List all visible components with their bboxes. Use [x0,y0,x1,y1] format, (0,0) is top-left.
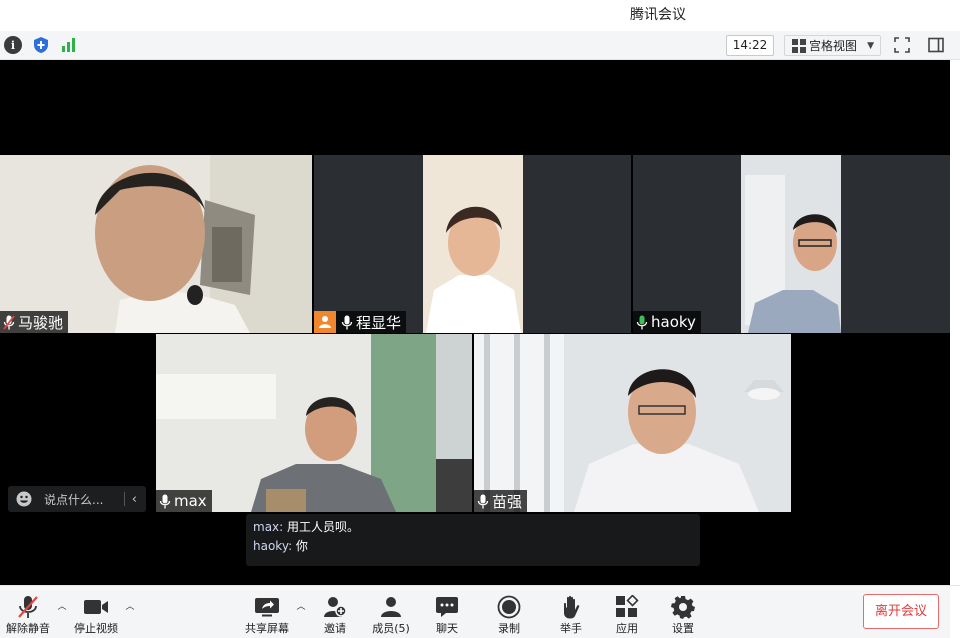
mic-icon [340,314,354,330]
sidebar-toggle-icon[interactable] [927,36,945,54]
video-tile-miaoqiang[interactable]: 苗强 [474,334,791,512]
meeting-clock: 14:22 [726,35,774,56]
chat-bubble-icon [434,594,460,620]
chat-button[interactable]: 聊天 [430,594,464,638]
participant-video [0,155,312,333]
chat-text: 用工人员呗。 [287,520,360,534]
chat-message: max: 用工人员呗。 [253,520,360,534]
share-screen-icon [254,594,280,620]
participant-name: 苗强 [492,492,523,511]
hand-icon [558,594,584,620]
chat-message: haoky: 你 [253,539,308,553]
settings-label: 设置 [672,622,694,635]
members-label: 成员(5) [372,622,410,635]
mic-muted-icon [2,314,16,330]
unmute-button[interactable]: 解除静音 [4,594,52,638]
control-bar: 解除静音 ︿ 停止视频 ︿ 共享屏幕 ︿ 邀请 成员(5) 聊天 录制 举手 应… [0,585,960,638]
add-user-icon [322,594,348,620]
video-tile-max[interactable]: max [156,334,472,512]
video-stage: 马骏驰 程显华 haoky max 苗强 说点什么... ‹ max: 用工人员… [0,60,950,585]
right-gutter [950,586,960,638]
divider [123,492,125,506]
video-tile-majunchi[interactable]: 马骏驰 [0,155,312,333]
mic-muted-icon [15,594,41,620]
stop-video-label: 停止视频 [74,622,118,635]
leave-meeting-button[interactable]: 离开会议 [863,594,939,629]
participant-nametag: 马骏驰 [0,311,69,333]
participant-nametag: 程显华 [314,311,407,333]
invite-button[interactable]: 邀请 [318,594,352,638]
fullscreen-icon[interactable] [893,36,911,54]
settings-button[interactable]: 设置 [666,594,700,638]
participant-nametag: haoky [633,311,701,333]
invite-label: 邀请 [324,622,346,635]
mic-speaking-icon [635,314,649,330]
share-screen-button[interactable]: 共享屏幕 [243,594,291,638]
unmute-label: 解除静音 [6,622,50,635]
layout-view-label: 宫格视图 [809,39,858,53]
share-screen-label: 共享屏幕 [245,622,289,635]
participant-video [474,334,791,512]
participant-name: haoky [651,313,696,331]
participant-nametag: max [156,490,212,512]
gear-icon [670,594,696,620]
chat-sender: max [253,520,280,534]
meeting-toolbar: i 14:22 宫格视图 ▼ [0,31,960,60]
chevron-up-icon[interactable]: ︿ [125,602,135,612]
chevron-left-icon[interactable]: ‹ [132,492,137,507]
participant-name: max [174,492,207,510]
participant-name: 马骏驰 [18,313,64,332]
chevron-up-icon[interactable]: ︿ [296,602,306,612]
raise-hand-button[interactable]: 举手 [554,594,588,638]
apps-grid-icon [614,594,640,620]
chat-text: 你 [295,539,308,553]
right-gutter [950,60,960,585]
members-button[interactable]: 成员(5) [369,594,413,638]
title-bar: 腾讯会议 [0,0,960,31]
chevron-up-icon[interactable]: ︿ [57,602,67,612]
shield-icon[interactable] [32,36,50,54]
participant-nametag: 苗强 [474,490,528,512]
record-icon [496,594,522,620]
emoji-icon[interactable] [16,491,32,507]
chevron-down-icon: ▼ [867,40,874,51]
mic-icon [476,493,490,509]
mic-icon [158,493,172,509]
chat-quick-input[interactable]: 说点什么... ‹ [8,486,146,512]
chat-sender: haoky [253,539,289,553]
window-title: 腾讯会议 [630,7,686,23]
participant-name: 程显华 [356,313,402,332]
layout-view-dropdown[interactable]: 宫格视图 ▼ [784,35,881,56]
grid-view-icon [792,38,806,53]
apps-button[interactable]: 应用 [610,594,644,638]
record-button[interactable]: 录制 [492,594,526,638]
apps-label: 应用 [616,622,638,635]
participant-video [156,334,472,512]
stop-video-button[interactable]: 停止视频 [72,594,120,638]
info-icon[interactable]: i [4,36,22,54]
signal-icon[interactable] [60,36,78,54]
members-icon [378,594,404,620]
host-icon [314,311,336,333]
chat-message-overlay: max: 用工人员呗。 haoky: 你 [246,514,700,566]
participant-video [314,155,631,333]
participant-video [633,155,950,333]
chat-quick-placeholder: 说点什么... [44,492,104,507]
chat-label: 聊天 [436,622,458,635]
video-tile-haoky[interactable]: haoky [633,155,950,333]
video-camera-icon [83,594,109,620]
record-label: 录制 [498,622,520,635]
video-tile-chengxianhua[interactable]: 程显华 [314,155,631,333]
raise-hand-label: 举手 [560,622,582,635]
